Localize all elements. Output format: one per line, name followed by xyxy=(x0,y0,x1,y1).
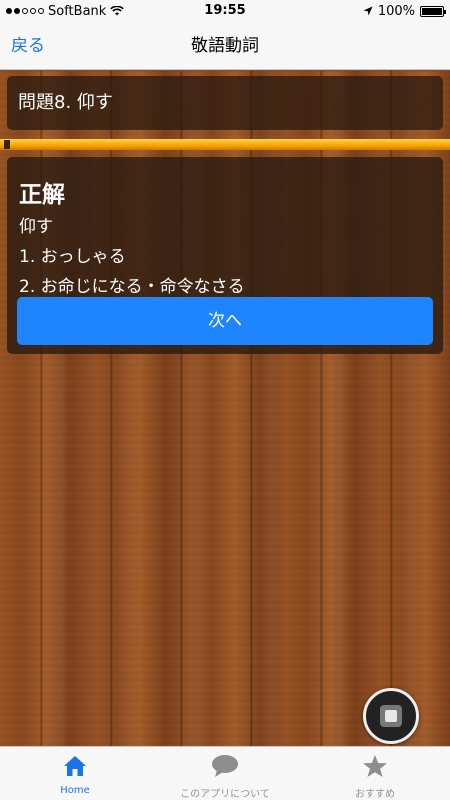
tab-recommended[interactable]: おすすめ xyxy=(300,747,450,800)
battery-percent: 100% xyxy=(377,3,415,19)
back-button[interactable]: 戻る xyxy=(11,22,45,70)
answer-panel: 正解 仰す 1. おっしゃる 2. お命じになる・命令なさる 次へ xyxy=(7,157,443,354)
navigation-bar: 戻る 敬語動詞 xyxy=(0,22,450,70)
speech-bubble-icon xyxy=(211,753,239,779)
tab-bar: Home このアプリについて おすすめ xyxy=(0,746,450,800)
answer-word: 仰す xyxy=(19,217,53,237)
tab-label: Home xyxy=(60,785,90,796)
tab-about[interactable]: このアプリについて xyxy=(150,747,300,800)
question-text: 問題8. 仰す xyxy=(18,92,113,113)
tab-label: おすすめ xyxy=(355,789,395,800)
answer-title: 正解 xyxy=(19,182,65,208)
stop-icon xyxy=(380,705,402,727)
home-icon xyxy=(61,753,89,779)
battery-icon xyxy=(420,5,446,17)
status-right: 100% xyxy=(363,0,446,22)
stop-button[interactable] xyxy=(363,688,419,744)
star-icon xyxy=(361,753,389,779)
battery-fill xyxy=(422,7,442,15)
progress-bar xyxy=(0,139,450,150)
progress-fill xyxy=(0,139,450,150)
tab-home[interactable]: Home xyxy=(0,747,150,800)
next-button[interactable]: 次へ xyxy=(17,297,433,345)
answer-line: 1. おっしゃる xyxy=(19,247,126,267)
answer-line: 2. お命じになる・命令なさる xyxy=(19,277,245,297)
status-bar: SoftBank 19:55 100% xyxy=(0,0,450,22)
page-title: 敬語動詞 xyxy=(191,36,259,56)
question-panel: 問題8. 仰す xyxy=(7,76,443,130)
location-arrow-icon xyxy=(363,6,373,16)
tab-label: このアプリについて xyxy=(180,789,270,800)
progress-cap xyxy=(4,140,10,149)
